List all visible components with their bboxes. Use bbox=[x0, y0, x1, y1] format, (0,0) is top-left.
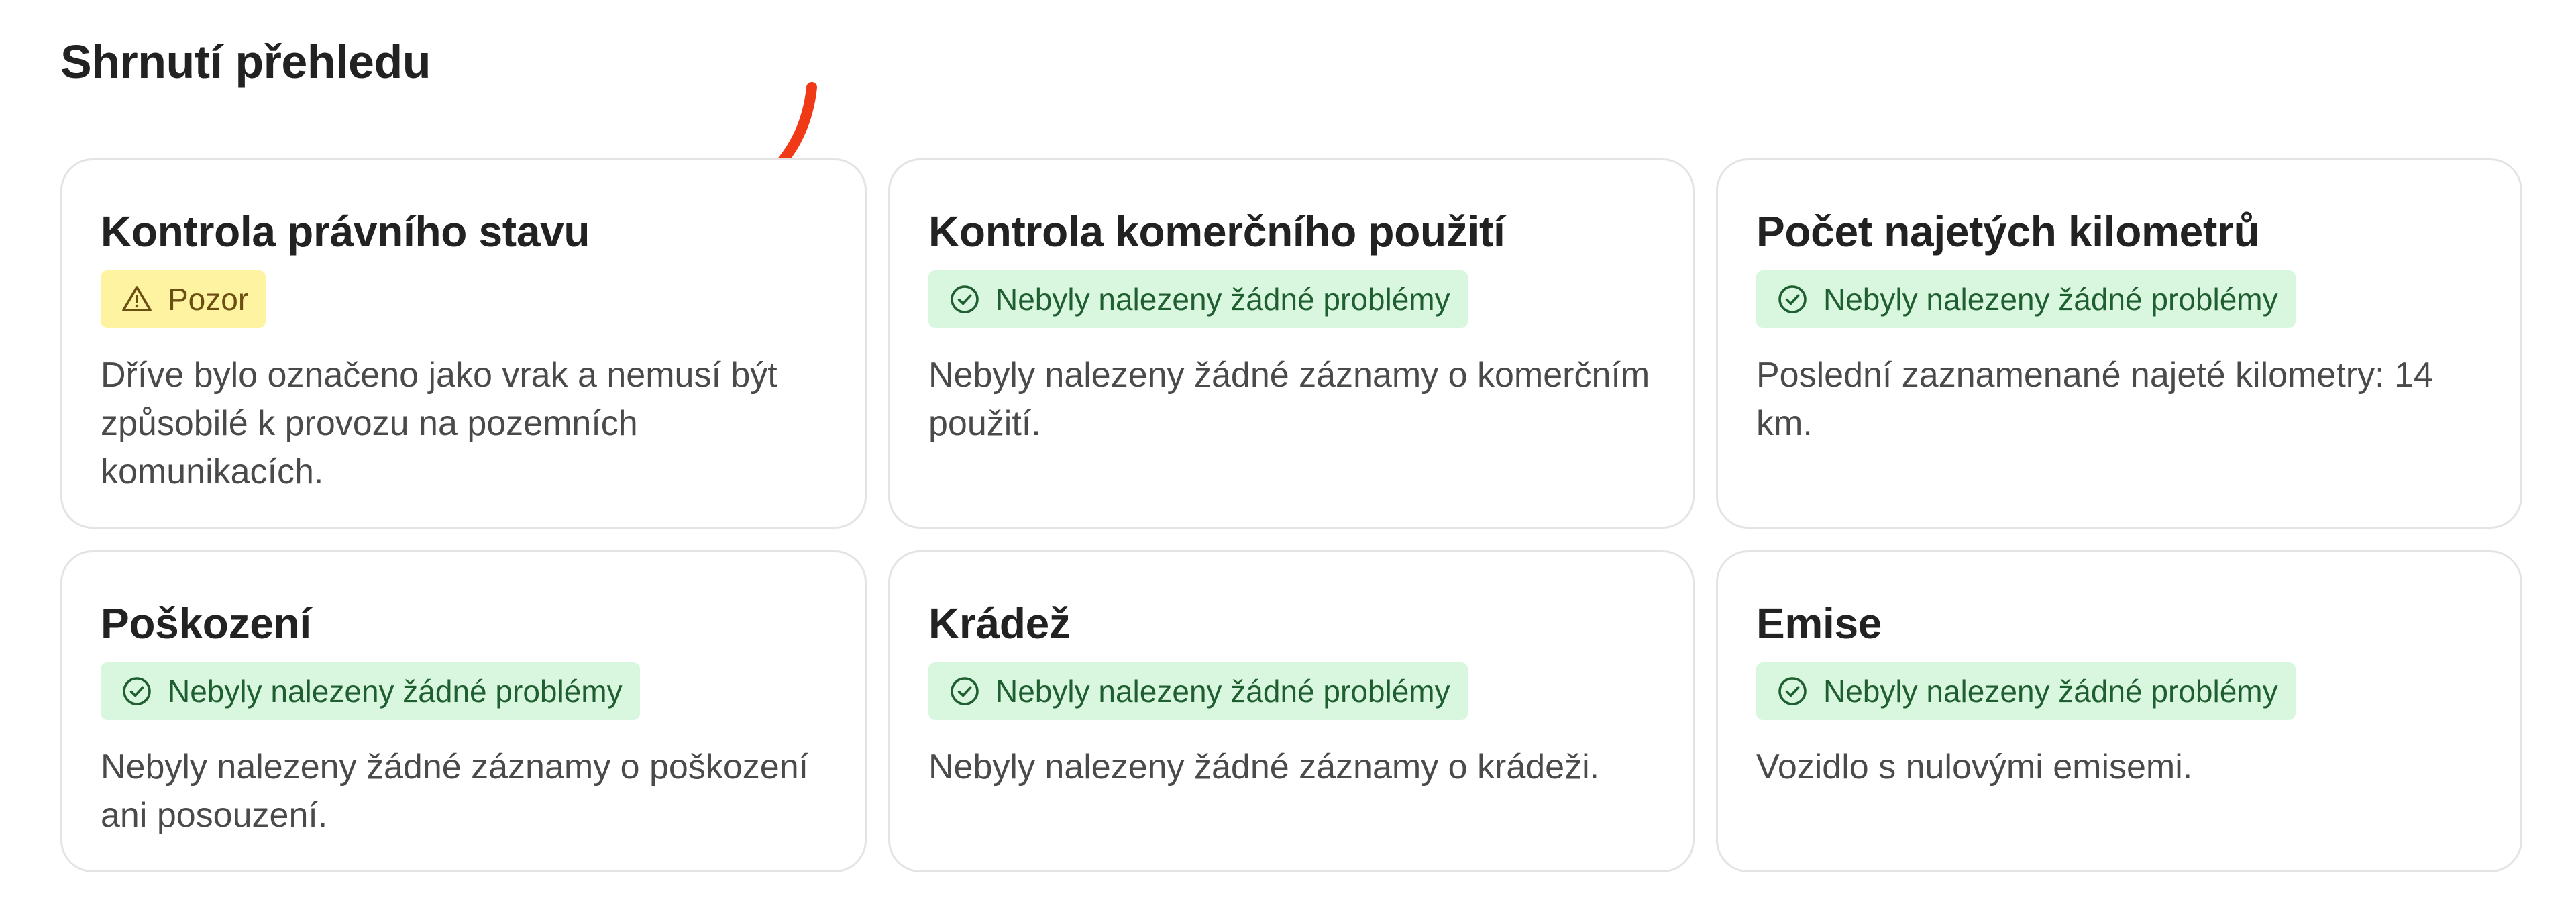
status-badge-label: Nebyly nalezeny žádné problémy bbox=[996, 282, 1450, 317]
status-badge-label: Nebyly nalezeny žádné problémy bbox=[996, 674, 1450, 709]
status-badge-label: Nebyly nalezeny žádné problémy bbox=[1823, 282, 2278, 317]
status-badge: Nebyly nalezeny žádné problémy bbox=[101, 662, 640, 720]
check-circle-icon bbox=[1776, 675, 1809, 707]
card-title: Kontrola komerčního použití bbox=[928, 207, 1505, 256]
status-badge: Nebyly nalezeny žádné problémy bbox=[1756, 270, 2296, 328]
card-title: Krádež bbox=[928, 599, 1071, 648]
card-description: Nebyly nalezeny žádné záznamy o poškozen… bbox=[101, 748, 809, 835]
summary-card-commercial-use: Kontrola komerčního použití Nebyly nalez… bbox=[888, 158, 1695, 529]
summary-card-emissions: Emise Nebyly nalezeny žádné problémy Voz… bbox=[1716, 550, 2522, 872]
check-circle-icon bbox=[121, 675, 153, 707]
status-badge: Nebyly nalezeny žádné problémy bbox=[1756, 662, 2296, 720]
summary-card-legal-status: Kontrola právního stavu Pozor Dříve bylo… bbox=[60, 158, 867, 529]
summary-card-mileage: Počet najetých kilometrů Nebyly nalezeny… bbox=[1716, 158, 2522, 529]
status-badge: Nebyly nalezeny žádné problémy bbox=[928, 270, 1468, 328]
overview-summary-page: Shrnutí přehledu Kontrola právního stavu… bbox=[0, 0, 2576, 910]
card-title: Emise bbox=[1756, 599, 1882, 648]
card-description: Poslední zaznamenané najeté kilometry: 1… bbox=[1756, 356, 2433, 443]
card-description: Nebyly nalezeny žádné záznamy o krádeži. bbox=[928, 748, 1600, 787]
check-circle-icon bbox=[1776, 283, 1809, 315]
check-circle-icon bbox=[949, 675, 981, 707]
summary-card-theft: Krádež Nebyly nalezeny žádné problémy Ne… bbox=[888, 550, 1695, 872]
status-badge-label: Nebyly nalezeny žádné problémy bbox=[1823, 674, 2278, 709]
warning-triangle-icon bbox=[121, 283, 153, 315]
summary-card-damage: Poškození Nebyly nalezeny žádné problémy… bbox=[60, 550, 867, 872]
status-badge-label: Pozor bbox=[168, 282, 249, 317]
status-badge: Nebyly nalezeny žádné problémy bbox=[928, 662, 1468, 720]
card-title: Poškození bbox=[101, 599, 311, 648]
status-badge: Pozor bbox=[101, 270, 266, 328]
card-title: Počet najetých kilometrů bbox=[1756, 207, 2260, 256]
card-description: Dříve bylo označeno jako vrak a nemusí b… bbox=[101, 356, 777, 491]
card-title: Kontrola právního stavu bbox=[101, 207, 590, 256]
status-badge-label: Nebyly nalezeny žádné problémy bbox=[168, 674, 623, 709]
card-description: Vozidlo s nulovými emisemi. bbox=[1756, 748, 2193, 787]
card-description: Nebyly nalezeny žádné záznamy o komerční… bbox=[928, 356, 1650, 443]
page-title: Shrnutí přehledu bbox=[60, 36, 431, 88]
summary-card-grid: Kontrola právního stavu Pozor Dříve bylo… bbox=[60, 158, 2522, 872]
check-circle-icon bbox=[949, 283, 981, 315]
